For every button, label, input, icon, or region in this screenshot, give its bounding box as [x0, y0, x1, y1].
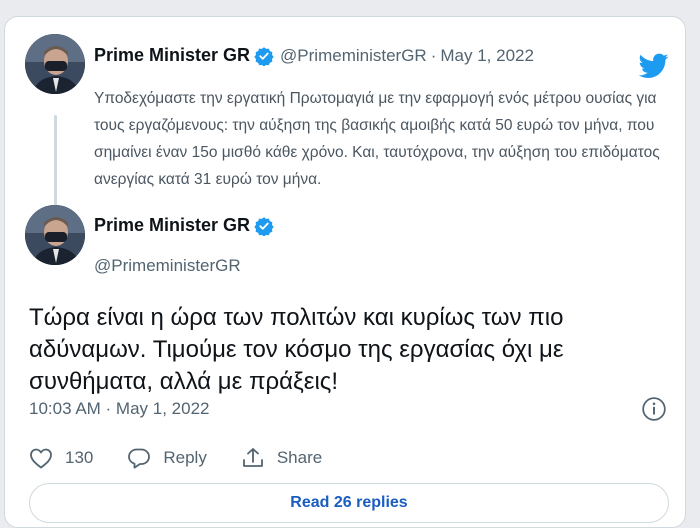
thread-connector-line [54, 115, 57, 215]
main-tweet-header: Prime Minister GR [94, 215, 274, 237]
read-replies-button[interactable]: Read 26 replies [29, 483, 669, 523]
main-tweet-text: Τώρα είναι η ώρα των πολιτών και κυρίως … [29, 304, 564, 395]
quoted-tweet-text: Υποδεχόμαστε την εργατική Πρωτομαγιά με … [94, 90, 660, 188]
tweet-actions: 130 Reply Share [29, 447, 356, 469]
quoted-date[interactable]: May 1, 2022 [440, 46, 534, 66]
share-label: Share [276, 448, 323, 467]
info-icon[interactable] [641, 396, 667, 422]
avatar-quoted[interactable] [25, 34, 85, 94]
main-display-name[interactable]: Prime Minister GR [94, 215, 250, 236]
reply-button[interactable]: Reply [127, 447, 207, 469]
separator-dot: · [430, 45, 437, 65]
tweet-embed-card: Prime Minister GR @PrimeministerGR · May… [4, 16, 686, 528]
reply-label: Reply [163, 448, 207, 467]
quoted-tweet-header: Prime Minister GR @PrimeministerGR · May… [94, 45, 534, 67]
quoted-handle[interactable]: @PrimeministerGR [280, 46, 427, 66]
heart-icon [30, 448, 52, 469]
page-edge [686, 0, 700, 520]
like-button[interactable]: 130 [29, 447, 93, 469]
avatar-main[interactable] [25, 205, 85, 265]
verified-badge-icon [254, 46, 274, 67]
verified-badge-icon [254, 216, 274, 237]
twitter-bird-icon[interactable] [638, 53, 669, 79]
main-handle[interactable]: @PrimeministerGR [94, 256, 241, 276]
reply-bubble-icon [128, 448, 151, 469]
share-upload-icon [242, 448, 263, 467]
tweet-timestamp[interactable]: 10:03 AM · May 1, 2022 [29, 399, 210, 419]
like-count: 130 [65, 448, 94, 467]
share-button[interactable]: Share [241, 447, 322, 469]
quoted-display-name[interactable]: Prime Minister GR [94, 45, 250, 66]
